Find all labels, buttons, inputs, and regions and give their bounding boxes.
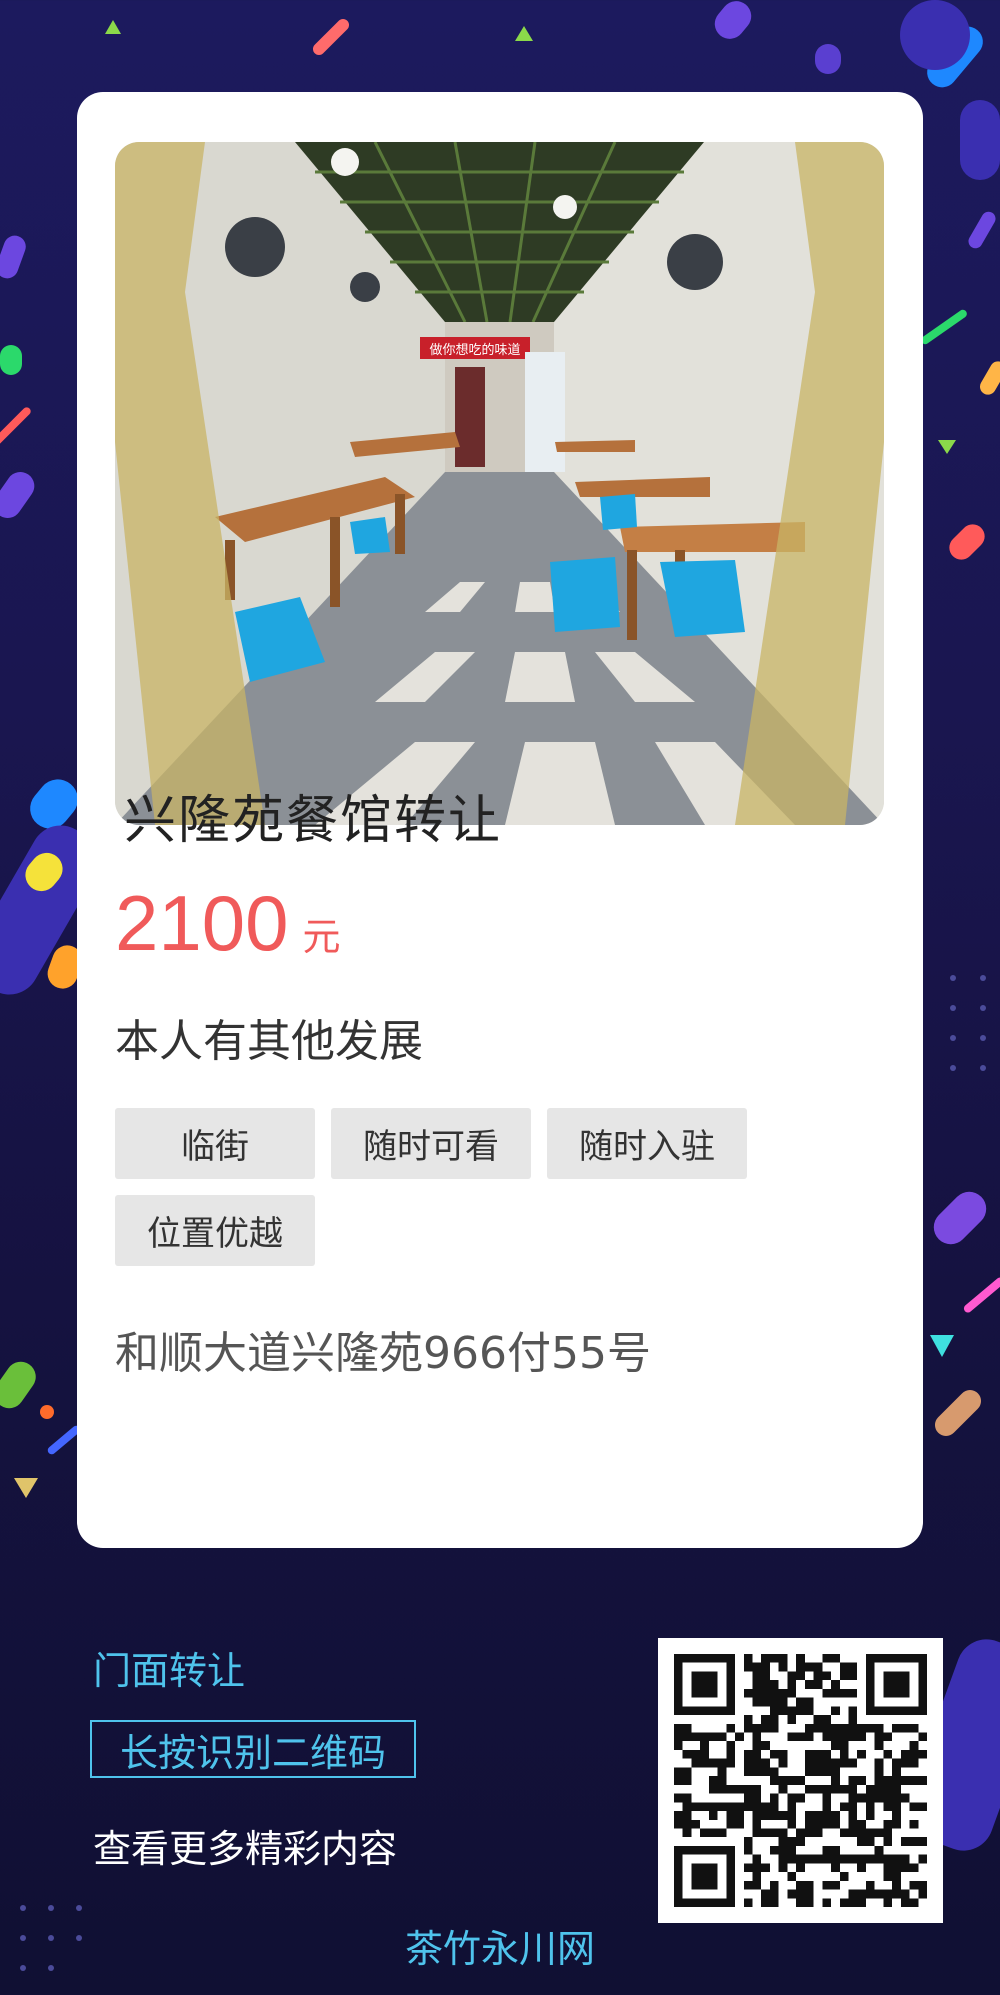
tag-move-in-anytime: 随时入驻	[547, 1108, 747, 1179]
tag-viewable-anytime: 随时可看	[331, 1108, 531, 1179]
listing-title: 兴隆苑餐馆转让	[124, 791, 503, 851]
qr-code[interactable]	[658, 1638, 943, 1923]
more-content-label: 查看更多精彩内容	[93, 1827, 398, 1871]
listing-photo: 做你想吃的味道	[115, 142, 884, 825]
price-unit: 元	[302, 915, 341, 959]
tag-list: 临街 随时可看 随时入驻 位置优越	[115, 1108, 815, 1266]
qr-code-icon	[674, 1654, 927, 1907]
qr-hint-button[interactable]: 长按识别二维码	[90, 1720, 416, 1778]
tag-good-location: 位置优越	[115, 1195, 315, 1266]
listing-description: 本人有其他发展	[115, 1016, 423, 1067]
listing-card[interactable]: 做你想吃的味道 兴隆苑餐馆转让 2100 元 本人有其他发展 临街 随时可看 随…	[77, 92, 923, 1548]
category-label: 门面转让	[93, 1649, 246, 1693]
price: 2100 元	[115, 878, 341, 969]
tag-street-facing: 临街	[115, 1108, 315, 1179]
photo-sign-text: 做你想吃的味道	[429, 342, 520, 358]
price-value: 2100	[115, 879, 289, 967]
listing-address: 和顺大道兴隆苑966付55号	[115, 1328, 651, 1379]
brand-name: 茶竹永川网	[404, 1927, 595, 1971]
